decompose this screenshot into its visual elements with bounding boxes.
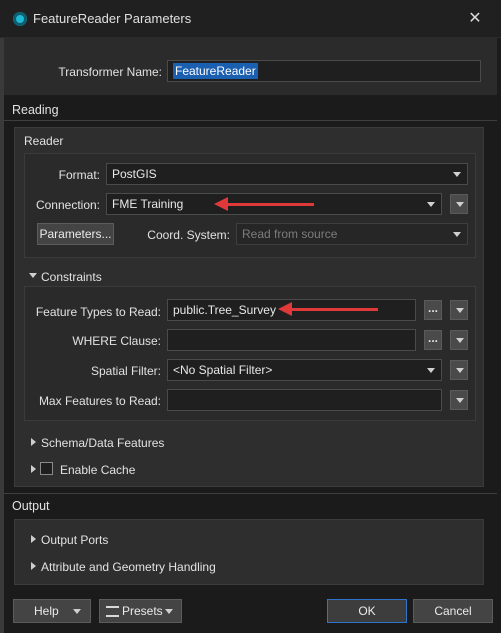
presets-button[interactable]: Presets [99, 599, 182, 623]
enable-cache-label[interactable]: Enable Cache [60, 463, 135, 477]
max-features-input[interactable] [167, 389, 442, 411]
format-label: Format: [58, 168, 100, 182]
fme-app-icon [13, 12, 27, 26]
chevron-down-icon [453, 172, 461, 177]
output-divider [4, 493, 497, 494]
transformer-name-label: Transformer Name: [58, 65, 162, 79]
connection-label: Connection: [35, 198, 100, 212]
output-ports-expander-icon[interactable] [31, 535, 36, 543]
coord-system-combo[interactable]: Read from source [236, 223, 468, 245]
chevron-down-icon [73, 609, 81, 614]
reading-divider [4, 120, 497, 121]
feature-types-options-button[interactable] [450, 300, 468, 320]
spatial-filter-value: <No Spatial Filter> [173, 363, 273, 377]
chevron-down-icon [427, 202, 435, 207]
feature-types-browse-button[interactable]: ... [424, 300, 442, 320]
cancel-button[interactable]: Cancel [413, 599, 493, 623]
attr-geom-expander-icon[interactable] [31, 562, 36, 570]
presets-label: Presets [122, 604, 163, 618]
spatial-filter-options-button[interactable] [450, 360, 468, 380]
spatial-filter-combo[interactable]: <No Spatial Filter> [167, 359, 442, 381]
chevron-down-icon [453, 232, 461, 237]
spatial-filter-label: Spatial Filter: [90, 364, 161, 378]
enable-cache-checkbox[interactable] [40, 462, 53, 475]
help-button[interactable]: Help [13, 599, 91, 623]
reader-group-title: Reader [24, 134, 64, 148]
enable-cache-expander-icon[interactable] [31, 465, 36, 473]
background-window-edge [0, 38, 4, 633]
presets-icon [106, 606, 119, 617]
coord-system-placeholder: Read from source [242, 227, 338, 241]
feature-types-value: public.Tree_Survey [173, 303, 276, 317]
annotation-arrow-connection-shaft [226, 203, 314, 206]
transformer-name-value: FeatureReader [173, 63, 258, 79]
close-icon[interactable]: ✕ [464, 8, 486, 30]
where-clause-browse-button[interactable]: ... [424, 330, 442, 350]
coord-system-label: Coord. System: [147, 228, 230, 242]
max-features-label: Max Features to Read: [38, 394, 161, 408]
title-bar: FeatureReader Parameters ✕ [0, 0, 501, 38]
feature-types-label: Feature Types to Read: [35, 305, 161, 319]
chevron-down-icon [456, 202, 464, 207]
chevron-down-icon [165, 609, 173, 614]
chevron-down-icon [456, 368, 464, 373]
format-value: PostGIS [112, 167, 157, 181]
constraints-expander-icon[interactable] [29, 273, 37, 278]
annotation-arrow-feature-types-head [278, 302, 292, 316]
chevron-down-icon [427, 368, 435, 373]
parameters-button[interactable]: Parameters... [37, 223, 114, 245]
reading-section-title: Reading [12, 103, 59, 117]
where-clause-options-button[interactable] [450, 330, 468, 350]
window-title: FeatureReader Parameters [33, 11, 192, 26]
attr-geom-title[interactable]: Attribute and Geometry Handling [41, 560, 216, 574]
chevron-down-icon [456, 308, 464, 313]
annotation-arrow-feature-types-shaft [291, 308, 378, 311]
help-label: Help [34, 604, 59, 618]
max-features-options-button[interactable] [450, 390, 468, 410]
chevron-down-icon [456, 398, 464, 403]
output-group [14, 519, 484, 585]
where-clause-input[interactable] [167, 329, 416, 351]
ok-button[interactable]: OK [327, 599, 407, 623]
format-combo[interactable]: PostGIS [106, 163, 468, 185]
transformer-name-input[interactable]: FeatureReader [167, 60, 481, 82]
where-clause-label: WHERE Clause: [72, 334, 161, 348]
chevron-down-icon [456, 338, 464, 343]
connection-options-button[interactable] [450, 194, 468, 214]
connection-value: FME Training [112, 197, 184, 211]
schema-features-expander-icon[interactable] [31, 438, 36, 446]
annotation-arrow-connection-head [214, 197, 228, 211]
output-section-title: Output [12, 499, 50, 513]
constraints-title[interactable]: Constraints [41, 270, 102, 284]
output-ports-title[interactable]: Output Ports [41, 533, 108, 547]
schema-features-title[interactable]: Schema/Data Features [41, 436, 164, 450]
